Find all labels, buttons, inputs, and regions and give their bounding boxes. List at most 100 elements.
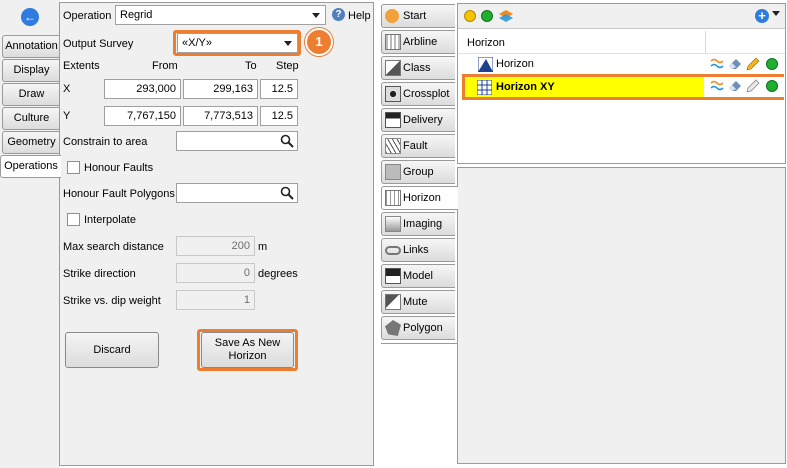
tab-label: Group [403,166,434,178]
tab-imaging[interactable]: Imaging [381,212,455,236]
header-divider [705,31,706,53]
back-arrow-icon[interactable]: ← [21,8,39,26]
strike-dip-input[interactable]: 1 [176,290,255,310]
save-button-line1: Save As New [214,337,281,349]
visibility-icon[interactable] [766,80,778,92]
tab-label: Imaging [403,218,443,230]
tab-operations[interactable]: Operations [0,155,61,178]
interpolate-checkbox[interactable] [67,213,80,226]
tab-label: Display [13,64,50,76]
tab-links[interactable]: Links [381,238,455,262]
chevron-down-icon [312,13,320,18]
chevron-down-icon[interactable] [772,11,780,16]
layer-toolbar: + [458,4,785,29]
interpolate-label: Interpolate [84,214,136,226]
tab-polygon[interactable]: Polygon [381,316,455,340]
layer-name: Horizon XY [496,81,555,93]
list-item[interactable]: Horizon [458,54,785,75]
search-icon[interactable] [280,186,294,200]
fault-icon [385,138,401,154]
tab-class[interactable]: Class [381,56,455,80]
crossplot-icon [385,86,401,102]
tab-label: Polygon [403,322,443,334]
links-icon [385,246,401,255]
add-icon[interactable]: + [755,9,769,23]
extents-to-header: To [245,60,257,72]
strike-direction-label: Strike direction [63,268,136,280]
y-from-input[interactable]: 7,767,150 [104,106,181,126]
wave-icon[interactable] [710,58,724,70]
tab-label: Class [403,62,431,74]
class-icon [385,60,401,76]
help-link[interactable]: Help [348,10,371,22]
tab-label: Mute [403,296,428,308]
tab-start[interactable]: Start [381,4,455,28]
tab-culture[interactable]: Culture [2,107,60,130]
tab-model[interactable]: Model [381,264,455,288]
y-step-input[interactable]: 12.5 [260,106,298,126]
yellow-circle-icon[interactable] [464,10,476,22]
layers-icon[interactable] [498,9,514,23]
pencil-icon[interactable] [746,57,760,71]
tab-display[interactable]: Display [2,59,60,82]
green-circle-icon[interactable] [481,10,493,22]
start-icon [385,9,399,23]
operation-select[interactable]: Regrid [115,5,326,25]
tab-label: Links [403,244,429,256]
fault-polygons-input[interactable] [176,183,298,203]
strike-direction-input[interactable]: 0 [176,263,255,283]
pencil-icon[interactable] [746,79,760,93]
tab-fault[interactable]: Fault [381,134,455,158]
x-to-input[interactable]: 299,163 [183,79,258,99]
constrain-label: Constrain to area [63,136,148,148]
output-survey-value: «X/Y» [182,37,212,49]
tab-mute[interactable]: Mute [381,290,455,314]
honour-faults-checkbox[interactable] [67,161,80,174]
chevron-down-icon [284,41,292,46]
eraser-icon[interactable] [728,58,742,70]
tab-label: Horizon [403,192,441,204]
x-from-input[interactable]: 293,000 [104,79,181,99]
search-icon[interactable] [280,134,294,148]
extents-label: Extents [63,60,100,72]
tab-label: Draw [18,88,45,100]
max-search-input[interactable]: 200 [176,236,255,256]
discard-button[interactable]: Discard [65,332,159,368]
output-survey-select[interactable]: «X/Y» [177,33,298,53]
extents-step-header: Step [276,60,299,72]
tab-annotation[interactable]: Annotation [2,35,60,58]
y-to-input[interactable]: 7,773,513 [183,106,258,126]
tab-geometry[interactable]: Geometry [2,131,60,154]
tab-label: Start [403,10,427,22]
model-icon [385,268,401,284]
x-label: X [63,83,71,95]
tab-arbline[interactable]: Arbline [381,30,455,54]
y-label: Y [63,110,71,122]
output-survey-label: Output Survey [63,38,134,50]
x-step-input[interactable]: 12.5 [260,79,298,99]
tab-label: Fault [403,140,428,152]
tab-horizon[interactable]: Horizon [381,186,458,210]
operation-value: Regrid [120,9,153,21]
tab-label: Model [403,270,433,282]
tab-label: Arbline [403,36,438,48]
list-item-selected[interactable]: Horizon XY [462,74,784,100]
tab-group[interactable]: Group [381,160,455,184]
operation-label: Operation [63,10,112,22]
save-as-new-horizon-button[interactable]: Save As New Horizon [201,332,294,368]
honour-fault-polygons-label: Honour Fault Polygons [63,188,175,200]
tab-crossplot[interactable]: Crossplot [381,82,455,106]
visibility-icon[interactable] [766,58,778,70]
constrain-area-input[interactable] [176,131,298,151]
step-callout-badge: 1 [305,28,333,56]
polygon-icon [385,320,401,336]
wave-icon[interactable] [710,80,724,92]
tab-delivery[interactable]: Delivery [381,108,455,132]
tab-strip-divider [381,343,457,344]
honour-faults-label: Honour Faults [84,162,154,174]
help-icon[interactable]: ? [332,8,345,21]
delivery-icon [385,112,401,128]
tab-draw[interactable]: Draw [2,83,60,106]
eraser-icon[interactable] [728,80,742,92]
tab-label: Annotation [5,40,58,52]
